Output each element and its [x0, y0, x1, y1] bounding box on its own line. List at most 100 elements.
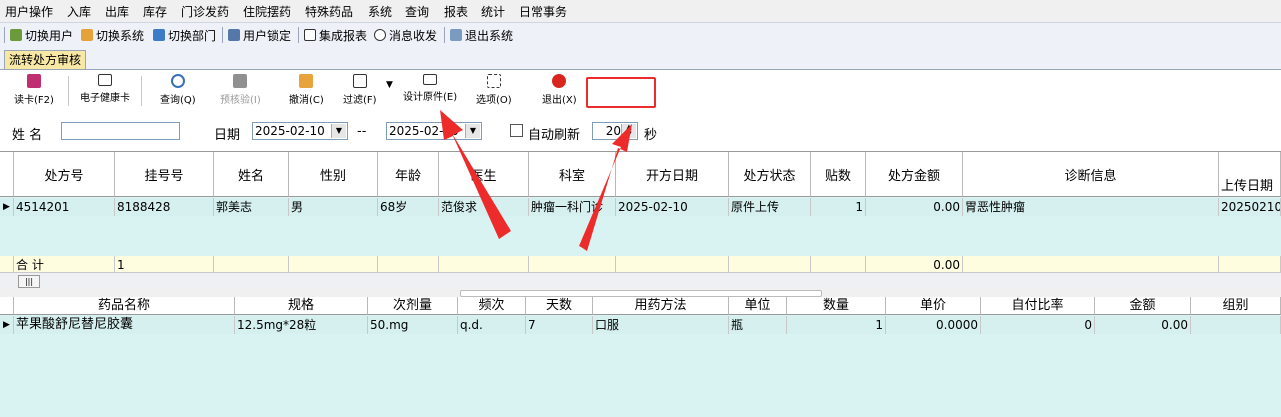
cell-registration-no: 8188428 — [115, 198, 214, 216]
menu-reports[interactable]: 报表 — [444, 3, 468, 20]
column-header[interactable]: 天数 — [526, 297, 593, 315]
filter-button[interactable]: 过滤(F) — [343, 74, 377, 106]
menu-system[interactable]: 系统 — [368, 3, 392, 20]
column-header[interactable]: 自付比率 — [981, 297, 1095, 315]
date-to-picker[interactable]: 2025-02-10 ▼ — [386, 122, 482, 140]
cell-doctor: 范俊求 — [439, 198, 529, 216]
menu-user-ops[interactable]: 用户操作 — [5, 3, 53, 20]
spinner-arrows-icon[interactable]: ▲ ▼ — [621, 124, 636, 138]
column-header[interactable]: 科室 — [529, 152, 616, 197]
menu-outpatient-dispense[interactable]: 门诊发药 — [181, 3, 229, 20]
cancel-button[interactable]: 撤消(C) — [289, 74, 324, 106]
column-header[interactable]: 医生 — [439, 152, 529, 197]
cell-doses: 1 — [811, 198, 866, 216]
read-card-label: 读卡(F2) — [14, 95, 54, 106]
panel-splitter[interactable] — [0, 289, 1281, 297]
refresh-seconds-spinner[interactable]: 20 ▲ ▼ — [592, 122, 638, 140]
health-card-button[interactable]: 电子健康卡 — [80, 74, 130, 104]
cell-upload-date: 20250210 — [1219, 198, 1281, 216]
column-header[interactable]: 次剂量 — [368, 297, 458, 315]
chevron-down-icon[interactable]: ▼ — [465, 124, 480, 138]
cell-age: 68岁 — [378, 198, 439, 216]
column-header[interactable]: 规格 — [235, 297, 368, 315]
exit-system-button[interactable]: 退出系统 — [450, 27, 513, 43]
filter-dropdown-icon[interactable]: ▼ — [386, 80, 393, 90]
auto-refresh-label: 自动刷新 — [528, 128, 581, 143]
power-icon — [552, 74, 567, 88]
column-header[interactable]: 药品名称 — [14, 297, 235, 315]
switch-system-label: 切换系统 — [96, 28, 145, 43]
column-header[interactable]: 处方状态 — [729, 152, 811, 197]
column-header[interactable]: 挂号号 — [115, 152, 214, 197]
column-header[interactable]: 年龄 — [378, 152, 439, 197]
date-range-separator: -- — [357, 124, 367, 139]
column-header[interactable]: 处方金额 — [866, 152, 963, 197]
column-header[interactable]: 姓名 — [214, 152, 289, 197]
column-header[interactable]: 频次 — [458, 297, 526, 315]
card-reader-icon — [26, 74, 41, 88]
switch-user-button[interactable]: 切换用户 — [10, 27, 73, 43]
column-header[interactable]: 上传日期 — [1219, 152, 1281, 197]
integrated-report-button[interactable]: 集成报表 — [304, 27, 367, 43]
column-header[interactable]: 用药方法 — [593, 297, 729, 315]
column-header[interactable]: 处方号 — [14, 152, 115, 197]
horizontal-scrollbar[interactable]: ||| — [0, 272, 1281, 289]
scrollbar-thumb[interactable]: ||| — [18, 275, 40, 288]
menu-statistics[interactable]: 统计 — [481, 3, 505, 20]
name-input[interactable] — [61, 122, 180, 140]
cell-prescription-no: 4514201 — [14, 198, 115, 216]
menu-stock-out[interactable]: 出库 — [105, 3, 129, 20]
column-header[interactable]: 单价 — [886, 297, 981, 315]
messages-button[interactable]: 消息收发 — [374, 27, 437, 43]
menu-stock-in[interactable]: 入库 — [67, 3, 91, 20]
menu-daily-affairs[interactable]: 日常事务 — [519, 3, 567, 20]
cell-days: 7 — [526, 316, 593, 334]
exit-system-label: 退出系统 — [465, 28, 514, 43]
cell-amount: 0.00 — [866, 198, 963, 216]
separator — [222, 27, 223, 43]
cell-department: 肿瘤一科门诊 — [529, 198, 616, 216]
lock-user-button[interactable]: 用户锁定 — [228, 27, 291, 43]
column-header[interactable]: 开方日期 — [616, 152, 729, 197]
column-header[interactable]: 诊断信息 — [963, 152, 1219, 197]
cell-unit-price: 0.0000 — [886, 316, 981, 334]
menu-special-drugs[interactable]: 特殊药品 — [305, 3, 353, 20]
switch-system-button[interactable]: 切换系统 — [81, 27, 144, 43]
auto-refresh-checkbox[interactable] — [510, 124, 523, 137]
cell-spec: 12.5mg*28粒 — [235, 316, 368, 334]
tab-strip: 流转处方审核 — [0, 47, 1281, 70]
system-icon — [81, 29, 93, 41]
date-from-picker[interactable]: 2025-02-10 ▼ — [252, 122, 348, 140]
cell-patient-name: 郭美志 — [214, 198, 289, 216]
separator — [298, 27, 299, 43]
read-card-button[interactable]: 读卡(F2) — [14, 74, 54, 106]
chevron-down-icon[interactable]: ▼ — [331, 124, 346, 138]
date-label: 日期 — [214, 128, 241, 143]
options-button[interactable]: 选项(O) — [476, 74, 512, 106]
menu-inpatient-dispense[interactable]: 住院摆药 — [243, 3, 291, 20]
query-button[interactable]: 查询(Q) — [160, 74, 196, 106]
design-original-button[interactable]: 设计原件(E) — [403, 74, 457, 103]
cell-diagnosis: 胃恶性肿瘤 — [963, 198, 1219, 216]
exit-button[interactable]: 退出(X) — [542, 74, 577, 106]
precheck-button[interactable]: 预核验(I) — [220, 74, 261, 106]
undo-arrow-icon — [299, 74, 314, 88]
integrated-report-label: 集成报表 — [319, 28, 368, 43]
cell-dose: 50.mg — [368, 316, 458, 334]
cell-status: 原件上传 — [729, 198, 811, 216]
column-header[interactable]: 贴数 — [811, 152, 866, 197]
health-card-label: 电子健康卡 — [80, 93, 130, 104]
column-header[interactable]: 金额 — [1095, 297, 1191, 315]
column-header[interactable]: 数量 — [787, 297, 886, 315]
column-header[interactable]: 单位 — [729, 297, 787, 315]
switch-department-button[interactable]: 切换部门 — [153, 27, 216, 43]
menu-inventory[interactable]: 库存 — [143, 3, 167, 20]
column-header[interactable]: 组别 — [1191, 297, 1281, 315]
splitter-grip-icon[interactable] — [460, 290, 822, 297]
tab-prescription-review[interactable]: 流转处方审核 — [4, 50, 87, 69]
exit-label: 退出(X) — [542, 95, 577, 106]
cell-quantity: 1 — [787, 316, 886, 334]
refresh-seconds-value: 20 — [605, 124, 621, 138]
menu-query[interactable]: 查询 — [405, 3, 429, 20]
column-header[interactable]: 性别 — [289, 152, 378, 197]
